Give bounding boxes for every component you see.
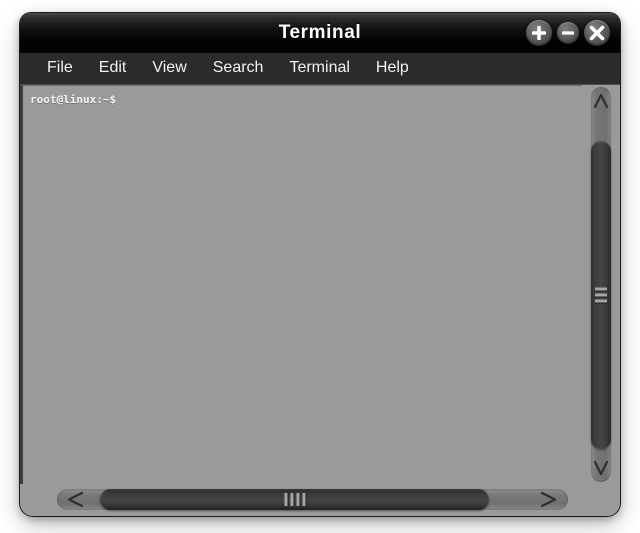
close-button[interactable] [584, 20, 610, 46]
scroll-up-button[interactable] [591, 87, 611, 117]
menu-item-edit[interactable]: Edit [86, 56, 140, 81]
terminal-prompt-line: root@linux:~$ [30, 93, 117, 106]
plus-icon [532, 26, 546, 40]
desktop-background: Terminal File Edit View Search Terminal … [0, 0, 640, 533]
window-controls [526, 20, 610, 46]
horizontal-scrollbar-thumb[interactable] [100, 489, 489, 510]
minimize-button[interactable] [557, 22, 579, 44]
menu-item-file[interactable]: File [34, 56, 86, 81]
vertical-scrollbar-thumb[interactable] [591, 141, 611, 449]
horizontal-scrollbar[interactable] [20, 484, 620, 516]
terminal-body: root@linux:~$ [20, 85, 620, 484]
horizontal-thumb-grip [284, 493, 305, 506]
menu-item-view[interactable]: View [139, 56, 199, 81]
menu-item-help[interactable]: Help [363, 56, 422, 81]
terminal-window: Terminal File Edit View Search Terminal … [20, 13, 620, 516]
menu-item-terminal[interactable]: Terminal [276, 56, 362, 81]
chevron-down-icon [593, 460, 609, 476]
menubar: File Edit View Search Terminal Help [20, 53, 620, 85]
scroll-right-button[interactable] [530, 489, 564, 510]
terminal-text-area[interactable]: root@linux:~$ [20, 85, 582, 484]
window-titlebar[interactable]: Terminal [20, 13, 620, 53]
menu-item-search[interactable]: Search [200, 56, 277, 81]
maximize-button[interactable] [526, 20, 552, 46]
close-icon [589, 25, 605, 41]
scroll-left-button[interactable] [60, 489, 94, 510]
chevron-left-icon [67, 491, 84, 508]
minus-icon [562, 31, 574, 35]
vertical-thumb-grip [595, 287, 607, 303]
vertical-scrollbar[interactable] [582, 85, 620, 484]
scroll-down-button[interactable] [591, 452, 611, 482]
chevron-right-icon [540, 491, 557, 508]
chevron-up-icon [593, 93, 609, 109]
